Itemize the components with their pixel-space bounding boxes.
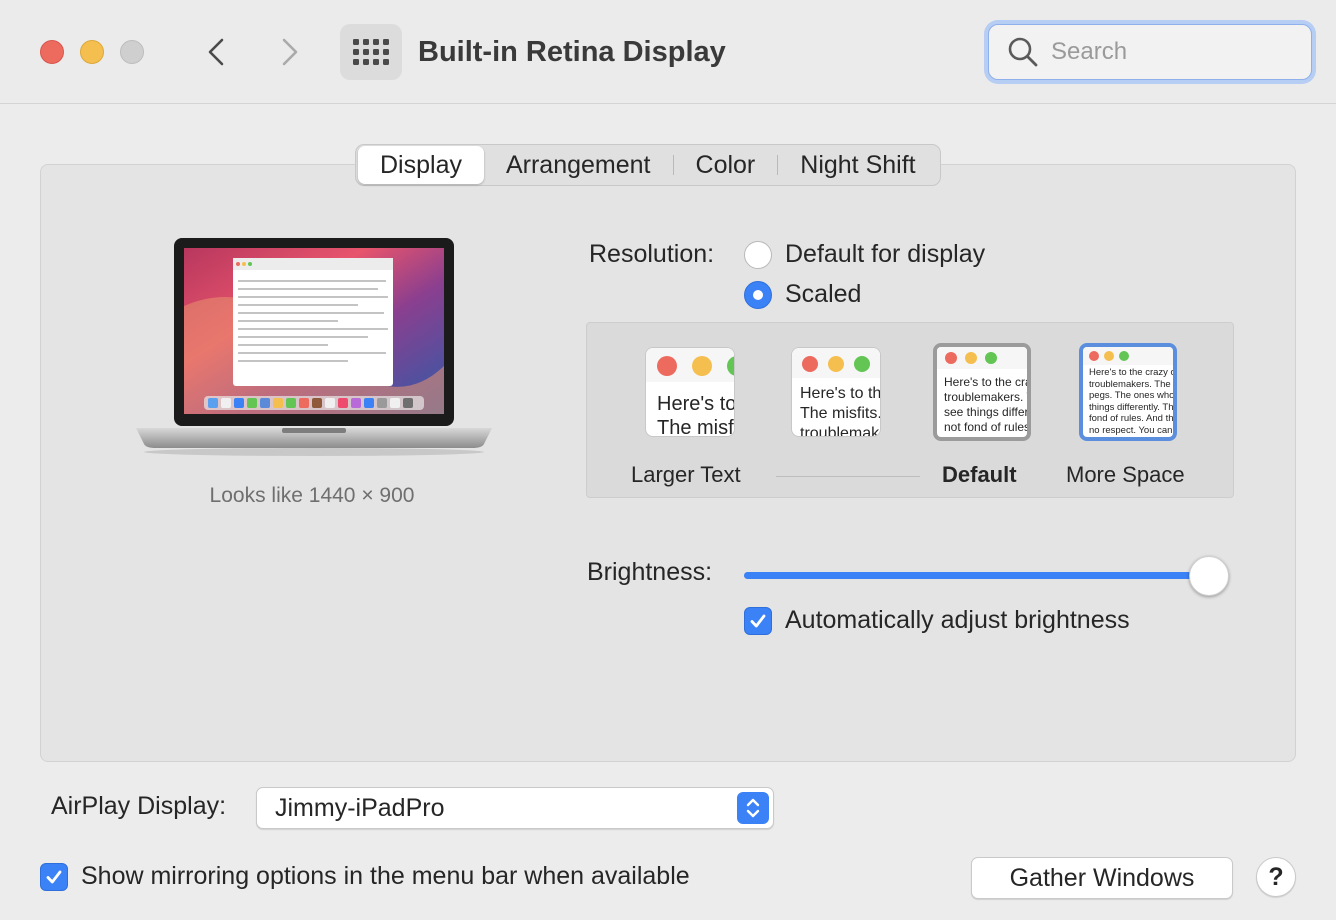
radio-button[interactable] (744, 280, 772, 309)
radio-label: Default for display (785, 240, 986, 268)
thumb-sample-text: Here's to the crazy ones. The misfits. T… (800, 385, 881, 437)
help-button[interactable]: ? (1256, 857, 1296, 897)
thumb-dot (985, 352, 997, 364)
thumb-dot (802, 356, 818, 372)
brightness-slider-track[interactable] (744, 572, 1218, 579)
thumb-dot (1104, 351, 1114, 361)
scale-divider-line (776, 476, 920, 477)
chevron-updown-icon (746, 798, 760, 818)
mirroring-checkbox[interactable] (40, 862, 68, 891)
airplay-display-value: Jimmy-iPadPro (275, 794, 445, 822)
mirroring-label: Show mirroring options in the menu bar w… (81, 862, 690, 890)
resolution-summary: Looks like 1440 × 900 (209, 484, 415, 507)
resolution-label: Resolution: (589, 240, 715, 268)
title-bar: Built-in Retina Display (0, 0, 1336, 104)
mirroring-option[interactable]: Show mirroring options in the menu bar w… (40, 862, 690, 891)
tab-color[interactable]: Color (674, 146, 778, 184)
chevron-left-icon (208, 38, 224, 66)
brightness-slider-fill (744, 572, 1209, 579)
grid-icon (353, 39, 389, 65)
checkmark-icon (46, 870, 62, 883)
thumb-sample-text: Here's to the crazy ones. The troublemak… (944, 375, 1031, 437)
popup-stepper[interactable] (737, 792, 769, 824)
scale-label-larger-text: Larger Text (631, 462, 741, 487)
auto-brightness-checkbox[interactable] (744, 606, 772, 635)
thumb-sample-text: Here's to the crazy ones. The troublemak… (1089, 367, 1177, 437)
minimize-window-button[interactable] (80, 40, 104, 64)
show-all-button[interactable] (340, 24, 402, 80)
chevron-right-icon (282, 38, 298, 66)
thumb-dot (828, 356, 844, 372)
thumb-dot (1119, 351, 1129, 361)
airplay-display-popup[interactable]: Jimmy-iPadPro (256, 787, 774, 829)
search-input[interactable] (1051, 38, 1291, 66)
auto-brightness-label: Automatically adjust brightness (785, 606, 1130, 634)
thumb-dot (945, 352, 957, 364)
forward-button[interactable] (270, 32, 310, 72)
tab-bar: Display Arrangement Color Night Shift (355, 144, 941, 186)
macbook-preview-image (136, 238, 492, 456)
radio-default-for-display[interactable]: Default for display (744, 240, 985, 269)
back-button[interactable] (196, 32, 236, 72)
scale-label-more-space: More Space (1066, 462, 1185, 487)
radio-scaled[interactable]: Scaled (744, 280, 861, 309)
thumb-dot (657, 356, 677, 376)
thumb-sample-text: Here's to the crazy ones. The misfits. T… (657, 393, 735, 437)
thumb-dot (854, 356, 870, 372)
tab-night-shift[interactable]: Night Shift (778, 146, 937, 184)
close-window-button[interactable] (40, 40, 64, 64)
auto-brightness-option[interactable]: Automatically adjust brightness (744, 606, 1130, 635)
thumb-dot (1089, 351, 1099, 361)
scale-option-larger-text[interactable]: Here's to the crazy ones. The misfits. T… (645, 347, 735, 437)
zoom-window-button[interactable] (120, 40, 144, 64)
brightness-label: Brightness: (587, 558, 713, 586)
thumb-dot (692, 356, 712, 376)
scale-option-medium[interactable]: Here's to the crazy ones. The misfits. T… (791, 347, 881, 437)
scale-option-default[interactable]: Here's to the crazy ones. The troublemak… (933, 343, 1031, 441)
search-icon (1008, 37, 1038, 67)
thumb-dot (965, 352, 977, 364)
search-field[interactable] (984, 20, 1316, 84)
scale-label-default: Default (942, 462, 1017, 487)
tab-arrangement[interactable]: Arrangement (484, 146, 673, 184)
window-title: Built-in Retina Display (418, 36, 726, 68)
radio-label: Scaled (785, 280, 862, 308)
brightness-slider-knob[interactable] (1188, 556, 1229, 596)
gather-windows-button[interactable]: Gather Windows (971, 857, 1233, 899)
radio-button[interactable] (744, 240, 772, 269)
checkmark-icon (750, 614, 766, 627)
search-box[interactable] (988, 24, 1312, 80)
tab-display[interactable]: Display (358, 146, 484, 184)
scale-option-more-space[interactable]: Here's to the crazy ones. The troublemak… (1079, 343, 1177, 441)
airplay-display-label: AirPlay Display: (51, 792, 227, 820)
